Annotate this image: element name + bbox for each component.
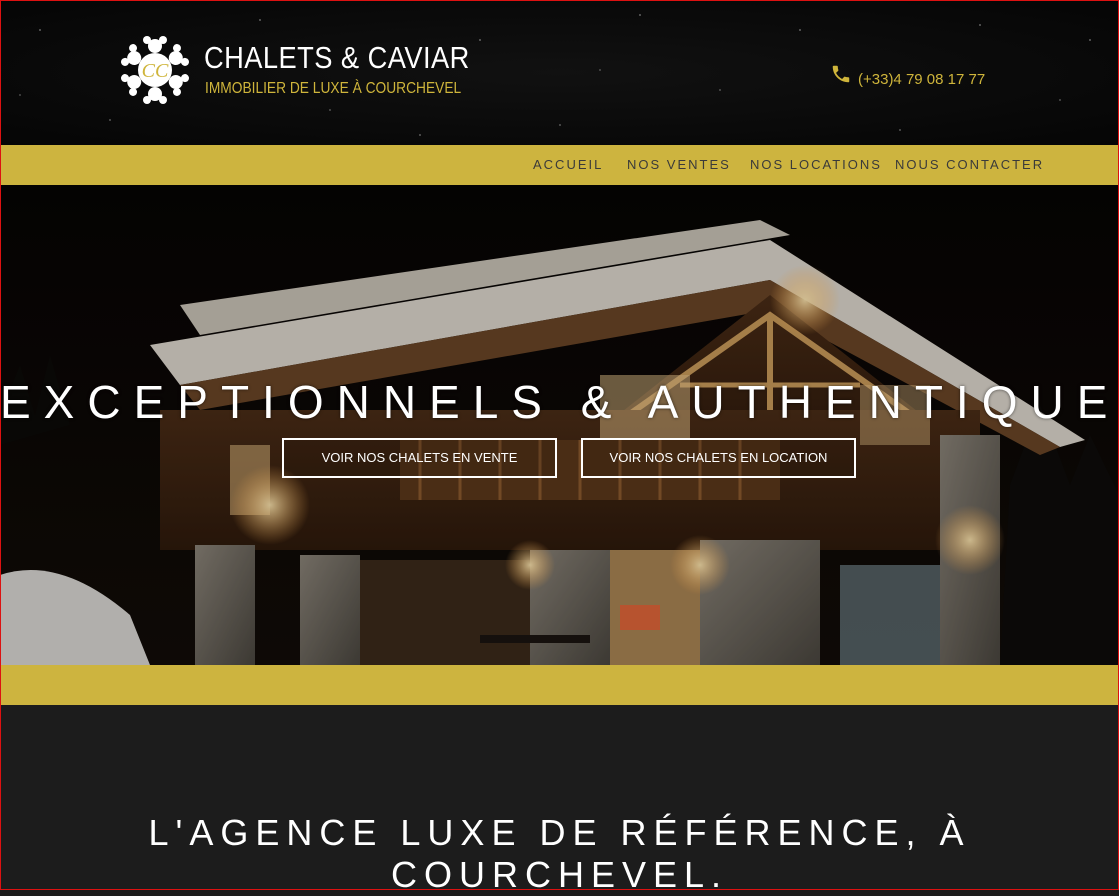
site-header: CC CHALETS & CAVIAR IMMOBILIER DE LUXE À…: [0, 0, 1119, 145]
nav-item-accueil[interactable]: ACCUEIL: [533, 157, 603, 172]
hero-title: EXCEPTIONNELS & AUTHENTIQUES.: [0, 376, 1119, 428]
nav-item-nous-contacter[interactable]: NOUS CONTACTER: [895, 157, 1044, 172]
svg-text:CC: CC: [142, 60, 169, 82]
phone-icon: [832, 65, 850, 83]
nav-item-nos-locations[interactable]: NOS LOCATIONS: [750, 157, 882, 172]
snowflake-logo-icon[interactable]: CC: [120, 36, 190, 104]
nav-item-nos-ventes[interactable]: NOS VENTES: [627, 157, 731, 172]
view-sales-button[interactable]: VOIR NOS CHALETS EN VENTE: [282, 438, 557, 478]
hero-banner: EXCEPTIONNELS & AUTHENTIQUES. VOIR NOS C…: [0, 185, 1119, 665]
main-nav: ACCUEIL NOS VENTES NOS LOCATIONS NOUS CO…: [0, 145, 1119, 185]
phone-number-link[interactable]: (+33)4 79 08 17 77: [858, 71, 985, 88]
gold-divider-band: [0, 665, 1119, 705]
section-tagline: L'AGENCE LUXE DE RÉFÉRENCE, À COURCHEVEL…: [148, 812, 971, 895]
view-rentals-button[interactable]: VOIR NOS CHALETS EN LOCATION: [581, 438, 856, 478]
brand-name[interactable]: CHALETS & CAVIAR: [204, 40, 470, 76]
brand-tagline: IMMOBILIER DE LUXE À COURCHEVEL: [205, 80, 462, 97]
